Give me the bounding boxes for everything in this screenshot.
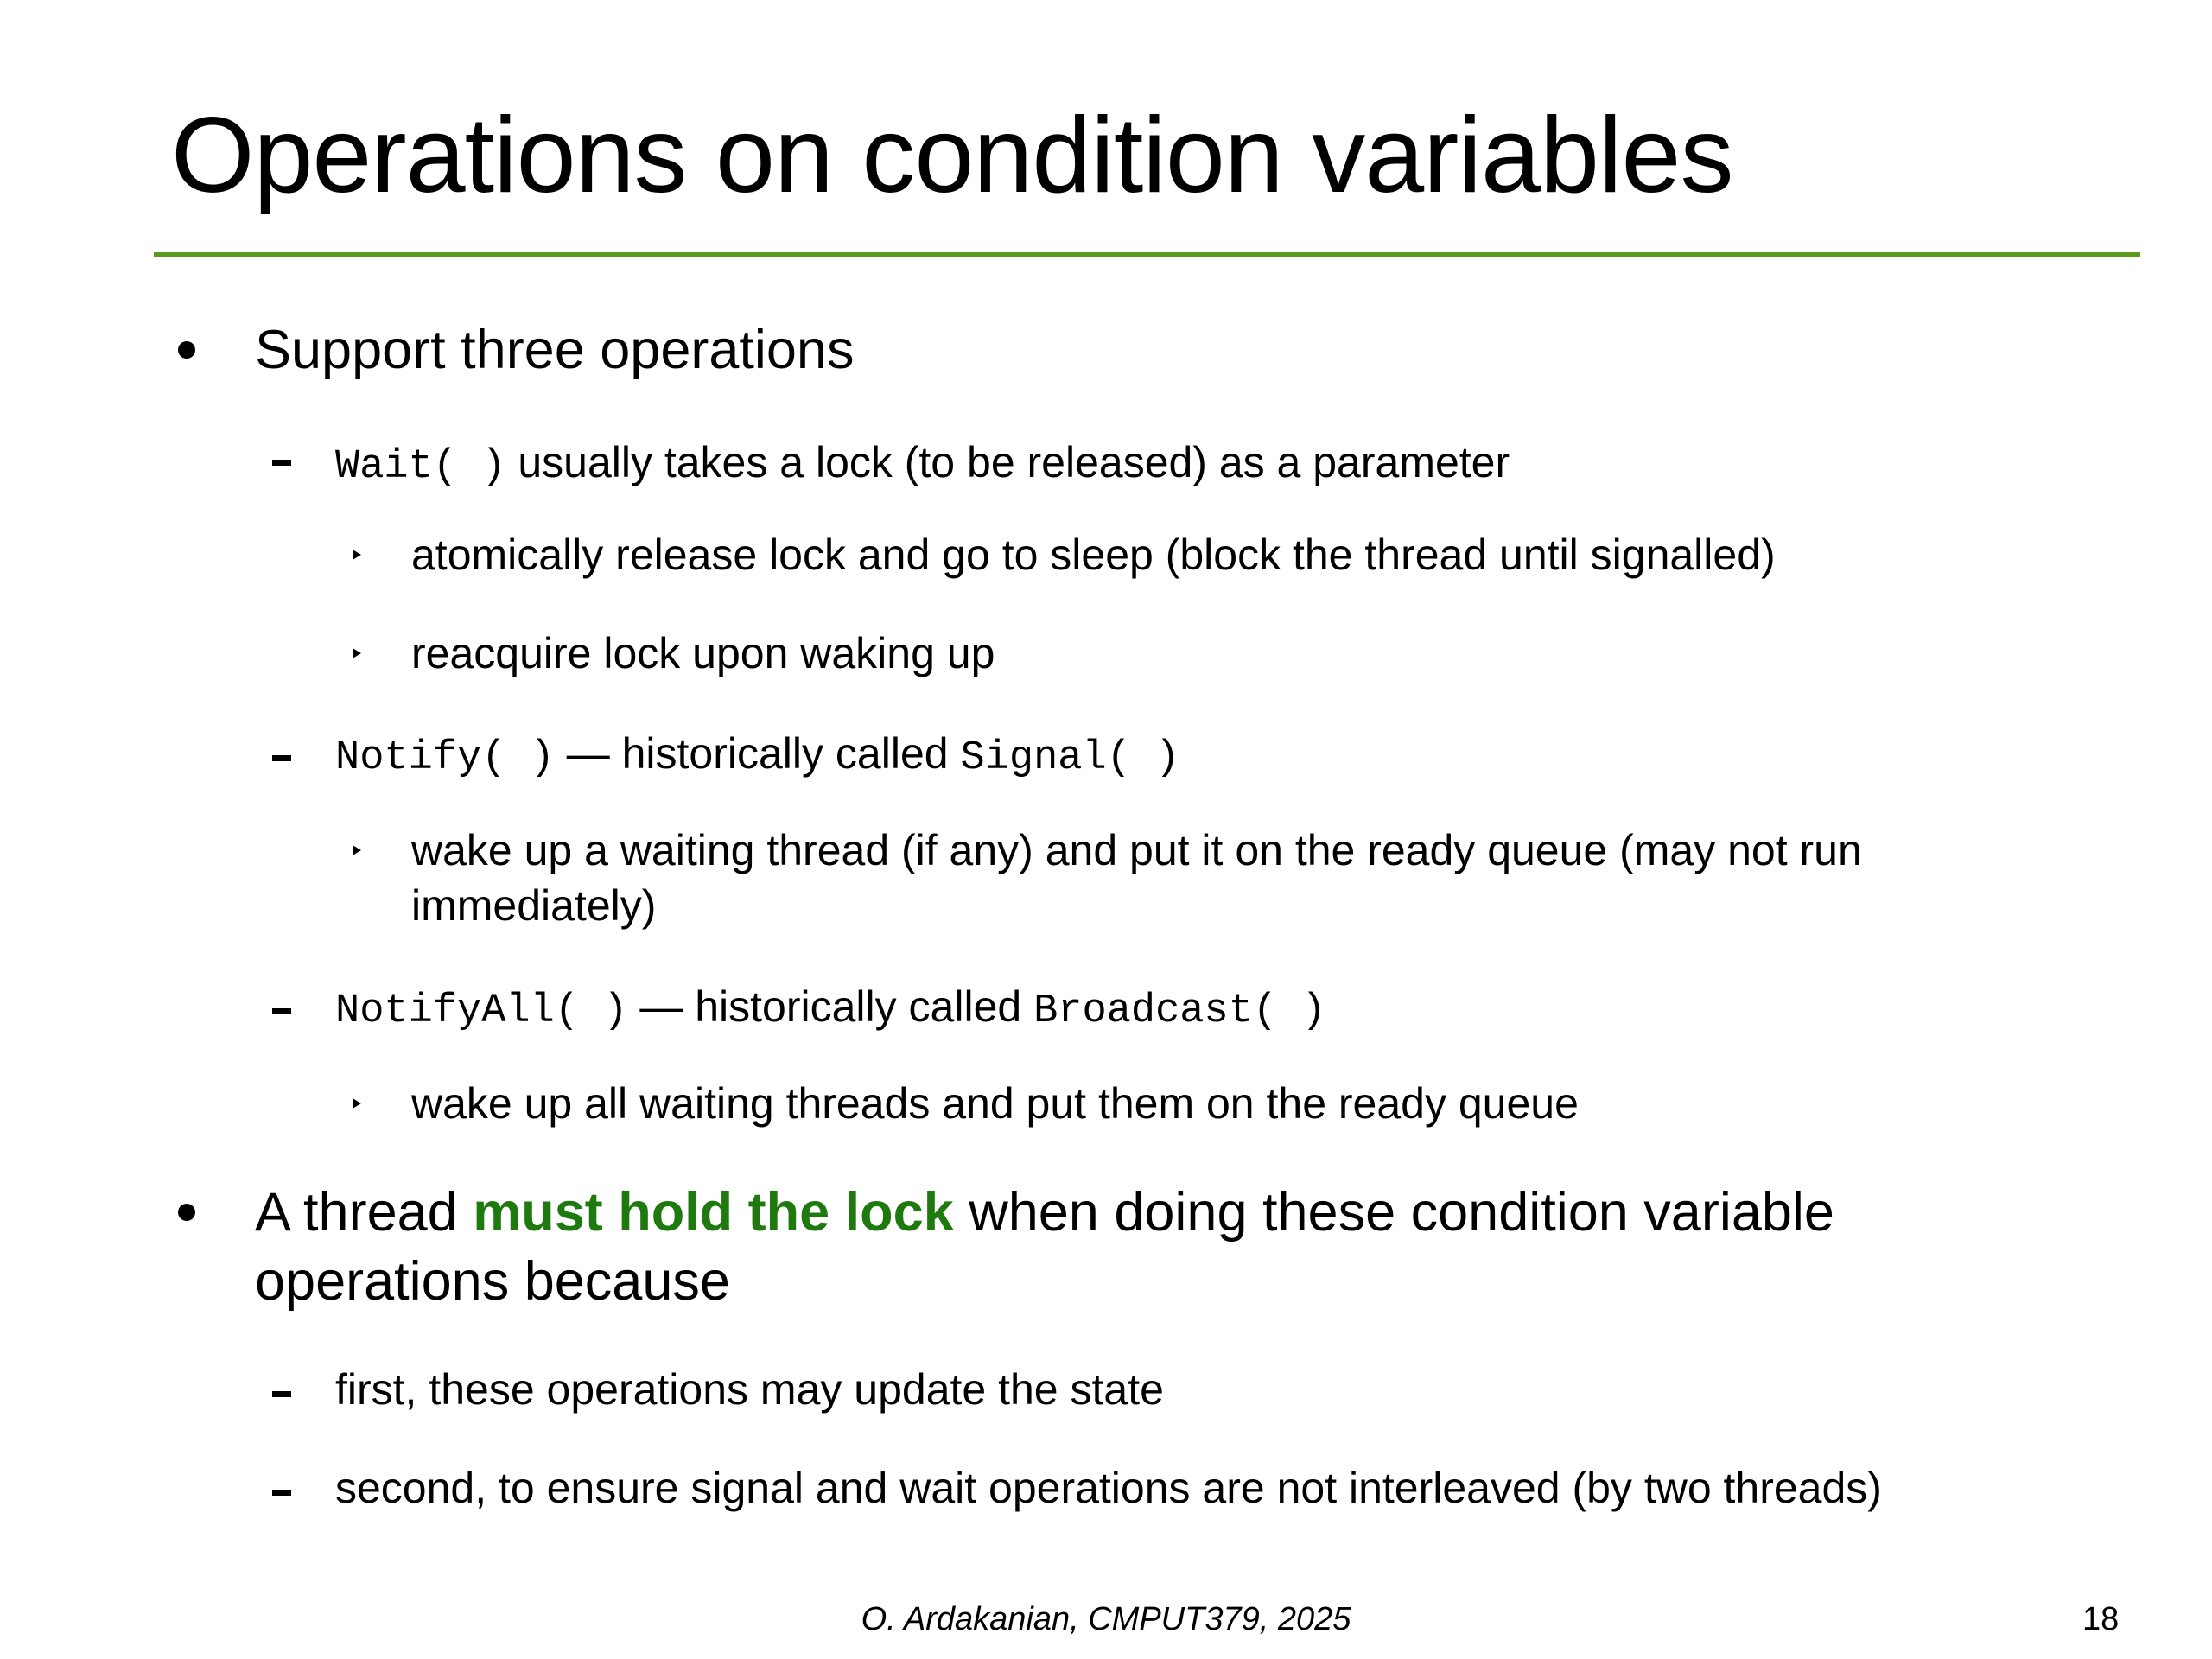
bullet-marker: [178, 1204, 195, 1221]
wait-detail-2-text: reacquire lock upon waking up: [411, 629, 995, 677]
bullet-marker: [178, 341, 195, 359]
page-number: 18: [2082, 1601, 2120, 1637]
notify-detail-1-line1: wake up a waiting thread (if any) and pu…: [411, 826, 1862, 874]
bullet2-pre: A thread: [255, 1182, 474, 1243]
bullet-must-hold-lock: A thread must hold the lock when doing t…: [255, 1178, 1834, 1247]
wait-detail-1: atomically release lock and go to sleep …: [411, 527, 1776, 582]
wait-code: Wait( ): [335, 444, 506, 490]
triangle-bullet-icon: [353, 648, 361, 658]
notify-all-detail-1: wake up all waiting threads and put them…: [411, 1076, 1579, 1131]
notify-all-text: — historically called: [627, 982, 1034, 1031]
notify-code: Notify( ): [335, 735, 555, 781]
title-underline: [154, 252, 2140, 257]
bullet-must-hold-lock-continuation: operations because: [255, 1247, 730, 1316]
wait-detail-1-text: atomically release lock and go to sleep …: [411, 531, 1776, 579]
subbullet-notify: Notify( ) — historically called Signal( …: [335, 726, 1179, 786]
bullet2-post: when doing these condition variable: [953, 1182, 1834, 1243]
reason-2-text: second, to ensure signal and wait operat…: [335, 1464, 1882, 1512]
dash-marker: [272, 460, 291, 466]
reason-2: second, to ensure signal and wait operat…: [335, 1460, 1882, 1516]
slide-title: Operations on condition variables: [171, 96, 1733, 215]
notify-detail-1-continuation: immediately): [411, 878, 656, 933]
subbullet-notify-all: NotifyAll( ) — historically called Broad…: [335, 979, 1326, 1039]
reason-1-text: first, these operations may update the s…: [335, 1365, 1164, 1414]
dash-marker: [272, 1008, 291, 1014]
triangle-bullet-icon: [353, 550, 361, 560]
wait-detail-2: reacquire lock upon waking up: [411, 626, 995, 681]
reason-1: first, these operations may update the s…: [335, 1362, 1164, 1417]
notify-detail-1: wake up a waiting thread (if any) and pu…: [411, 823, 1862, 878]
triangle-bullet-icon: [353, 1098, 361, 1109]
bullet-text: Support three operations: [255, 320, 855, 380]
footer-credit: O. Ardakanian, CMPUT379, 2025: [861, 1601, 1351, 1637]
bullet-support-three-operations: Support three operations: [255, 315, 854, 385]
dash-marker: [272, 1490, 291, 1496]
wait-text: usually takes a lock (to be released) as…: [505, 438, 1510, 486]
notify-all-code: NotifyAll( ): [335, 988, 628, 1034]
broadcast-code: Broadcast( ): [1033, 988, 1326, 1034]
triangle-bullet-icon: [353, 845, 361, 855]
notify-text: — historically called: [554, 729, 961, 778]
bullet2-line2: operations because: [255, 1251, 730, 1312]
highlight-must-hold-lock: must hold the lock: [473, 1182, 954, 1243]
dash-marker: [272, 1391, 291, 1397]
subbullet-wait: Wait( ) usually takes a lock (to be rele…: [335, 435, 1510, 495]
signal-code: Signal( ): [960, 735, 1180, 781]
notify-detail-1-line2: immediately): [411, 881, 657, 930]
dash-marker: [272, 755, 291, 761]
notify-all-detail-1-text: wake up all waiting threads and put them…: [411, 1079, 1579, 1128]
